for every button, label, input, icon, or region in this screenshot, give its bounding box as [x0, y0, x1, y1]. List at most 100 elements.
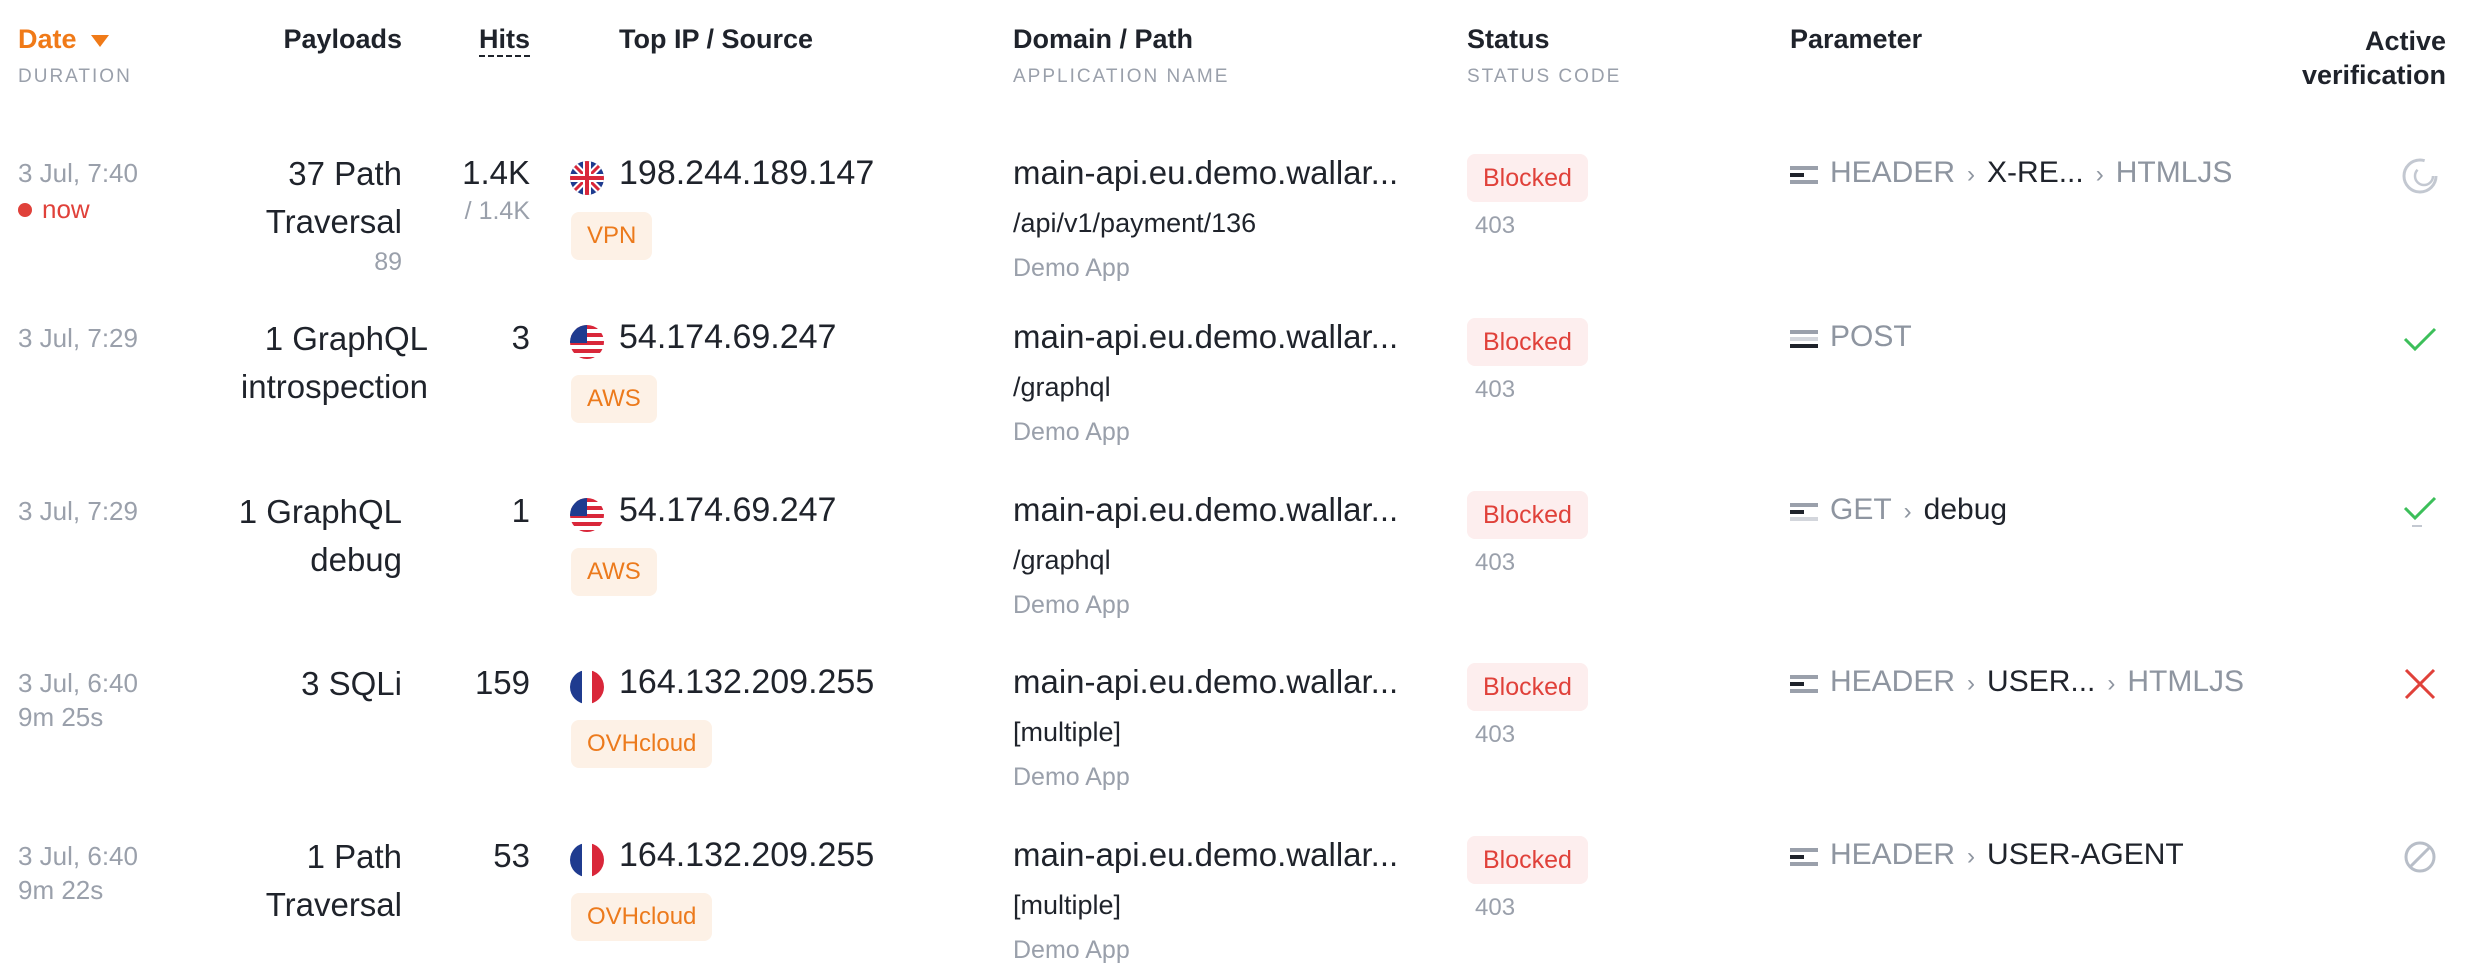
uk-flag-icon [570, 161, 604, 195]
active-verification-label-2: verification [2301, 60, 2446, 90]
hits-value: 3 [511, 319, 530, 356]
param-part: USER... [1987, 665, 2096, 698]
ip-address-link[interactable]: 54.174.69.247 [619, 318, 836, 357]
status-code: 403 [1475, 721, 1516, 748]
chevron-right-icon: › [2107, 670, 2116, 697]
table-row[interactable]: 3 Jul, 7:40 now 37 Path Traversal 89 1.4… [0, 150, 2476, 290]
fr-flag-icon [570, 670, 604, 704]
post-param-icon [1790, 328, 1818, 349]
param-part: HEADER [1830, 665, 1956, 698]
param-part: HTMLJS [2115, 156, 2233, 189]
row-duration: 9m 22s [18, 875, 104, 905]
table-row[interactable]: 3 Jul, 7:29 1 GraphQL debug 1 54.174.69.… [0, 488, 2476, 628]
app-name: Demo App [1013, 591, 1130, 619]
hits-header[interactable]: Hits [478, 24, 530, 57]
param-part: X-RE... [1987, 156, 2084, 189]
domain-path-header: Domain / Path [1013, 24, 1194, 54]
active-verification-label-1: Active [2364, 26, 2446, 56]
hits-value: 1 [511, 492, 530, 529]
application-subheader: APPLICATION NAME [1013, 66, 1230, 87]
source-tag: OVHcloud [571, 893, 713, 941]
table-row[interactable]: 3 Jul, 6:40 9m 22s 1 Path Traversal 53 1… [0, 833, 2476, 973]
domain-link[interactable]: main-api.eu.demo.wallar... [1013, 318, 1398, 356]
parameter-path[interactable]: GET › debug [1790, 491, 2007, 531]
header-param-icon [1790, 846, 1818, 867]
row-date: 3 Jul, 7:29 [18, 496, 138, 526]
hits-value: 1.4K [462, 154, 530, 191]
ip-address-link[interactable]: 164.132.209.255 [619, 836, 874, 875]
hits-value: 159 [474, 664, 530, 701]
blocked-icon [2400, 837, 2450, 887]
live-dot-icon [18, 203, 32, 217]
table-row[interactable]: 3 Jul, 7:29 1 GraphQL introspection 3 54… [0, 315, 2476, 455]
payload-line-2: debug [310, 541, 402, 578]
sort-desc-icon[interactable] [90, 34, 109, 47]
loading-icon [2400, 156, 2450, 206]
row-payload[interactable]: 1 Path Traversal [162, 833, 402, 929]
domain-link[interactable]: main-api.eu.demo.wallar... [1013, 663, 1398, 701]
app-name: Demo App [1013, 936, 1130, 964]
path-text: /graphql [1013, 545, 1111, 575]
status-badge: Blocked [1467, 836, 1588, 884]
domain-link[interactable]: main-api.eu.demo.wallar... [1013, 154, 1398, 192]
ip-address-link[interactable]: 54.174.69.247 [619, 491, 836, 530]
source-tag: AWS [571, 548, 657, 596]
close-icon [2400, 664, 2450, 714]
row-duration: 9m 25s [18, 702, 104, 732]
row-hits[interactable]: 3 [512, 315, 530, 361]
status-header: Status [1467, 24, 1550, 54]
parameter-path[interactable]: HEADER › USER-AGENT [1790, 836, 2184, 876]
ip-address-link[interactable]: 164.132.209.255 [619, 663, 874, 702]
payloads-header[interactable]: Payloads [283, 24, 402, 55]
table-row[interactable]: 3 Jul, 6:40 9m 25s 3 SQLi 159 164.132.20… [0, 660, 2476, 800]
duration-subheader: DURATION [18, 66, 132, 87]
row-date: 3 Jul, 6:40 [18, 668, 138, 698]
row-payload[interactable]: 1 GraphQL introspection [148, 315, 428, 411]
status-code: 403 [1475, 376, 1516, 403]
chevron-right-icon: › [1967, 161, 1976, 188]
param-part: HEADER [1830, 838, 1956, 871]
row-hits[interactable]: 159 [475, 660, 530, 706]
path-text: [multiple] [1013, 890, 1122, 920]
status-code-subheader: STATUS CODE [1467, 66, 1622, 87]
row-duration: now [18, 192, 90, 226]
row-hits[interactable]: 1.4K / 1.4K [462, 150, 530, 226]
param-part: debug [1923, 493, 2008, 526]
row-hits[interactable]: 53 [493, 833, 530, 879]
status-badge: Blocked [1467, 491, 1588, 539]
ip-address-link[interactable]: 198.244.189.147 [619, 154, 874, 193]
parameter-path[interactable]: POST [1790, 318, 1912, 356]
row-date: 3 Jul, 6:40 [18, 841, 138, 871]
date-sort-header[interactable]: Date [18, 24, 109, 55]
source-tag: OVHcloud [571, 720, 713, 768]
payload-line-1: 3 SQLi [301, 665, 402, 702]
row-payload[interactable]: 37 Path Traversal 89 [162, 150, 402, 278]
parameter-path[interactable]: HEADER › USER... › HTMLJS [1790, 663, 2244, 703]
source-tag: VPN [571, 212, 653, 260]
app-name: Demo App [1013, 254, 1130, 282]
status-code: 403 [1475, 212, 1516, 239]
path-text: /graphql [1013, 372, 1111, 402]
param-part: GET [1830, 493, 1892, 526]
domain-link[interactable]: main-api.eu.demo.wallar... [1013, 836, 1398, 874]
row-payload[interactable]: 3 SQLi [162, 660, 402, 708]
domain-link[interactable]: main-api.eu.demo.wallar... [1013, 491, 1398, 529]
param-part: POST [1830, 320, 1912, 353]
active-verification-header: Active verification [2302, 24, 2446, 92]
chevron-right-icon: › [1967, 670, 1976, 697]
param-part: USER-AGENT [1987, 838, 2184, 871]
hits-total: / 1.4K [464, 197, 530, 225]
status-badge: Blocked [1467, 154, 1588, 202]
row-date: 3 Jul, 7:29 [18, 323, 138, 353]
parameter-path[interactable]: HEADER › X-RE... › HTMLJS [1790, 154, 2232, 194]
payload-line-2: Traversal [265, 886, 402, 923]
chevron-right-icon: › [1967, 843, 1976, 870]
us-flag-icon [570, 325, 604, 359]
us-flag-icon [570, 498, 604, 532]
status-badge: Blocked [1467, 663, 1588, 711]
param-part: HEADER [1830, 156, 1956, 189]
row-payload[interactable]: 1 GraphQL debug [162, 488, 402, 584]
row-hits[interactable]: 1 [512, 488, 530, 534]
hits-header-label: Hits [478, 24, 530, 57]
duration-text: now [42, 194, 90, 224]
